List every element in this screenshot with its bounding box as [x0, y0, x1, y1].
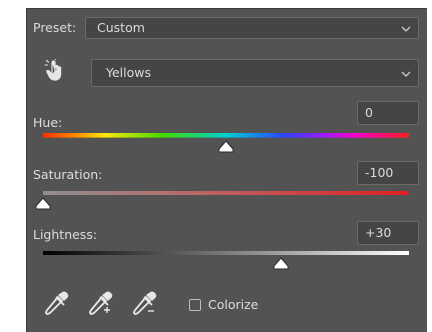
lightness-label: Lightness: [33, 227, 98, 242]
eyedropper-icon[interactable] [43, 290, 69, 316]
colorize-label[interactable]: Colorize [208, 297, 258, 313]
channel-dropdown[interactable]: Yellows [91, 59, 419, 87]
lightness-value: +30 [365, 225, 392, 240]
eyedropper-minus-icon[interactable] [131, 290, 157, 316]
saturation-track [43, 191, 409, 195]
saturation-input[interactable]: -100 [357, 161, 419, 185]
chevron-down-icon [401, 26, 411, 32]
preset-dropdown[interactable]: Custom [85, 17, 419, 39]
hue-slider-thumb[interactable] [218, 140, 234, 153]
colorize-checkbox[interactable] [189, 299, 201, 311]
chevron-down-icon [401, 71, 411, 77]
lightness-slider-thumb[interactable] [273, 257, 289, 270]
saturation-label: Saturation: [33, 167, 103, 182]
preset-label: Preset: [33, 20, 77, 35]
hue-input[interactable]: 0 [357, 101, 419, 125]
hue-label: Hue: [33, 115, 63, 130]
saturation-value: -100 [365, 165, 394, 180]
hue-track-bottom [43, 137, 409, 138]
preset-value: Custom [97, 20, 145, 35]
lightness-input[interactable]: +30 [357, 221, 419, 245]
hue-value: 0 [365, 105, 373, 120]
channel-value: Yellows [106, 65, 151, 80]
lightness-track [43, 251, 409, 255]
eyedropper-plus-icon[interactable] [87, 290, 113, 316]
hand-pointer-icon[interactable] [43, 59, 65, 83]
hue-saturation-panel: Preset: Custom Yellows Hue: 0 Saturation… [26, 8, 427, 332]
saturation-slider-thumb[interactable] [35, 197, 51, 210]
